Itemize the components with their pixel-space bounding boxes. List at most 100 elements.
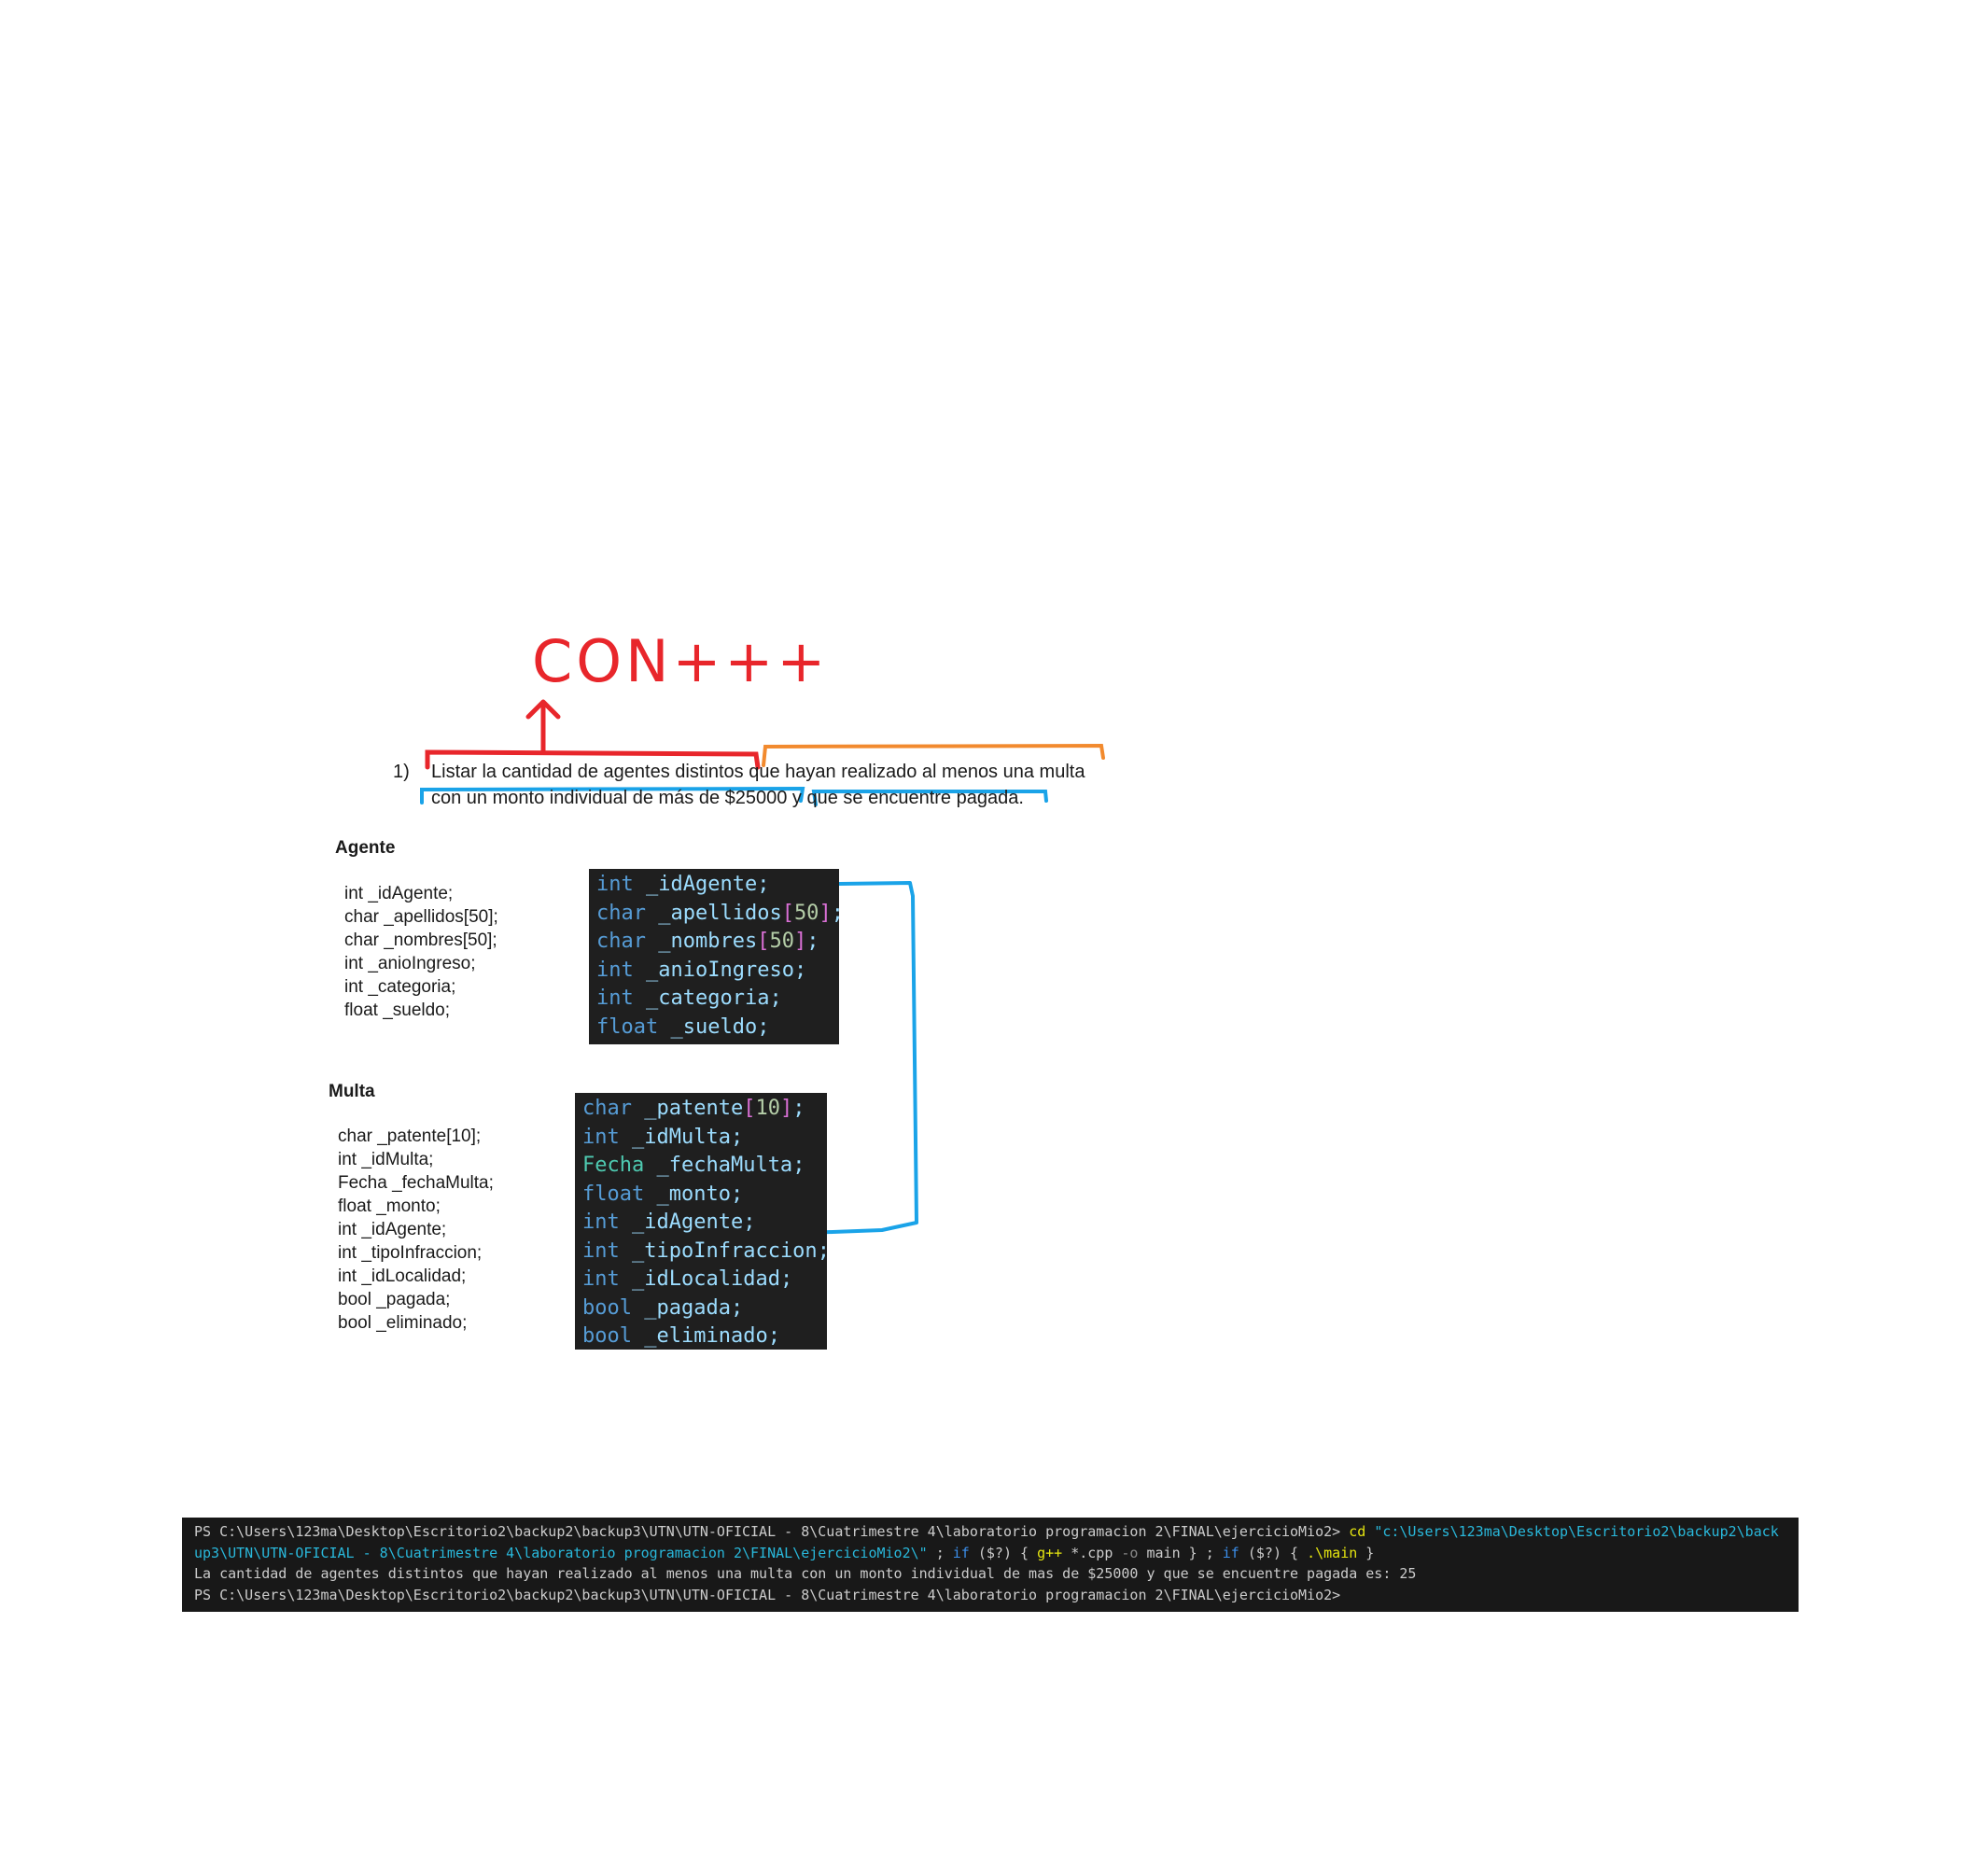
agente-field: char _nombres[50]; <box>344 931 497 950</box>
code-semicolon: ; <box>817 1238 830 1263</box>
multa-code-line: int _idMulta; <box>582 1124 819 1153</box>
code-type: int <box>596 873 634 896</box>
code-semicolon: ; <box>769 986 782 1010</box>
terminal-output-line: La cantidad de agentes distintos que hay… <box>194 1565 1417 1582</box>
code-bracket: ] <box>819 901 832 925</box>
exercise-number: 1) <box>393 762 410 782</box>
terminal-brace: { <box>1020 1544 1038 1561</box>
agente-code-line: float _sueldo; <box>596 1014 832 1042</box>
multa-field: Fecha _fechaMulta; <box>338 1173 494 1193</box>
multa-code-line: Fecha _fechaMulta; <box>582 1152 819 1181</box>
multa-code-line: int _tipoInfraccion; <box>582 1238 830 1266</box>
multa-field: bool _pagada; <box>338 1290 451 1309</box>
multa-field: int _idMulta; <box>338 1150 434 1169</box>
code-semicolon: ; <box>730 1125 744 1149</box>
multa-code-line: int _idLocalidad; <box>582 1266 819 1294</box>
code-identifier: _nombres <box>658 930 758 953</box>
agente-code-block: int _idAgente; char _apellidos[50]; char _… <box>589 869 844 1044</box>
terminal-separator: ; <box>927 1544 953 1561</box>
terminal-brace-close: } <box>1357 1544 1375 1561</box>
code-type: int <box>582 1238 620 1263</box>
exercise-line-1: Listar la cantidad de agentes distintos … <box>431 762 1085 782</box>
code-type: int <box>596 986 634 1010</box>
terminal-panel[interactable]: PS C:\Users\123ma\Desktop\Escritorio2\ba… <box>182 1518 1799 1612</box>
multa-field: bool _eliminado; <box>338 1313 468 1333</box>
agente-field: int _categoria; <box>344 977 456 997</box>
code-identifier: _fechaMulta <box>656 1154 793 1177</box>
terminal-prompt-line[interactable]: PS C:\Users\123ma\Desktop\Escritorio2\ba… <box>194 1585 1786 1606</box>
code-bracket: [ <box>743 1097 756 1120</box>
code-identifier: _pagada <box>644 1295 731 1320</box>
agente-field: float _sueldo; <box>344 1000 451 1020</box>
terminal-run-command: .\main <box>1307 1544 1358 1561</box>
code-type: Fecha <box>582 1154 645 1177</box>
code-bracket: ] <box>779 1097 793 1120</box>
agente-code-line: int _idAgente; <box>596 871 832 900</box>
multa-field: int _tipoInfraccion; <box>338 1243 483 1263</box>
code-identifier: _categoria <box>646 986 770 1010</box>
code-type: float <box>582 1182 645 1206</box>
code-bracket: ] <box>793 930 807 953</box>
terminal-condition: ($?) <box>969 1544 1021 1561</box>
code-semicolon: ; <box>792 1097 805 1120</box>
code-identifier: _idAgente <box>646 873 758 896</box>
code-identifier: _idAgente <box>632 1210 744 1234</box>
code-array-size: 10 <box>755 1097 780 1120</box>
code-type: char <box>596 930 646 953</box>
terminal-path: "c:\Users\123ma\Desktop\Escritorio2\back… <box>1374 1523 1779 1540</box>
multa-title: Multa <box>329 1082 375 1101</box>
terminal-line-1: PS C:\Users\123ma\Desktop\Escritorio2\ba… <box>194 1521 1786 1543</box>
red-arrow-icon <box>525 699 561 755</box>
terminal-gpp-args: *.cpp <box>1062 1544 1122 1561</box>
agente-field: int _idAgente; <box>344 884 454 903</box>
multa-code-line: int _idAgente; <box>582 1209 819 1238</box>
code-semicolon: ; <box>730 1295 744 1320</box>
code-semicolon: ; <box>806 930 819 953</box>
code-identifier: _patente <box>644 1097 744 1120</box>
exercise-statement: Listar la cantidad de agentes distintos … <box>431 759 1085 811</box>
code-type: float <box>596 1014 659 1039</box>
agente-code-line: char _nombres[50]; <box>596 928 832 957</box>
code-semicolon: ; <box>793 958 807 982</box>
multa-field: int _idAgente; <box>338 1220 447 1239</box>
agente-field-list: int _idAgente; char _apellidos[50]; char _… <box>344 882 498 1022</box>
agente-code-line: char _apellidos[50]; <box>596 900 844 929</box>
terminal-path-cont: up3\UTN\UTN-OFICIAL - 8\Cuatrimestre 4\l… <box>194 1544 928 1561</box>
code-semicolon: ; <box>757 1014 770 1039</box>
code-bracket: [ <box>781 901 794 925</box>
code-type: int <box>596 958 634 982</box>
handwritten-label: CON+++ <box>532 627 830 695</box>
terminal-condition-2: ($?) <box>1239 1544 1291 1561</box>
exercise-line-2: con un monto individual de más de $25000… <box>431 788 1024 808</box>
code-type: char <box>596 901 646 925</box>
terminal-brace-2: { <box>1290 1544 1308 1561</box>
code-semicolon: ; <box>767 1324 780 1348</box>
terminal-gpp-output: main } ; <box>1138 1544 1223 1561</box>
code-semicolon: ; <box>831 901 844 925</box>
code-type: int <box>582 1267 620 1291</box>
agente-code-line: int _categoria; <box>596 985 832 1014</box>
code-semicolon: ; <box>792 1154 805 1177</box>
code-array-size: 50 <box>793 901 819 925</box>
code-identifier: _tipoInfraccion <box>632 1238 818 1263</box>
agente-code-line: int _anioIngreso; <box>596 957 832 986</box>
code-semicolon: ; <box>730 1182 744 1206</box>
agente-field: int _anioIngreso; <box>344 954 476 973</box>
code-identifier: _apellidos <box>658 901 782 925</box>
multa-field: int _idLocalidad; <box>338 1266 467 1286</box>
code-semicolon: ; <box>743 1210 756 1234</box>
code-bracket: [ <box>757 930 770 953</box>
code-identifier: _eliminado <box>644 1324 768 1348</box>
multa-code-block: char _patente[10]; int _idMulta; Fecha _fe… <box>575 1093 830 1351</box>
multa-code-line: bool _eliminado; <box>582 1322 819 1351</box>
code-identifier: _anioIngreso <box>646 958 794 982</box>
multa-field: char _patente[10]; <box>338 1126 482 1146</box>
code-type: bool <box>582 1324 632 1348</box>
multa-field: float _monto; <box>338 1196 441 1216</box>
code-type: int <box>582 1125 620 1149</box>
terminal-cd-command: cd <box>1349 1523 1366 1540</box>
code-semicolon: ; <box>779 1267 793 1291</box>
terminal-line-2: up3\UTN\UTN-OFICIAL - 8\Cuatrimestre 4\l… <box>194 1543 1786 1564</box>
code-type: int <box>582 1210 620 1234</box>
terminal-gpp-command: g++ <box>1037 1544 1063 1561</box>
